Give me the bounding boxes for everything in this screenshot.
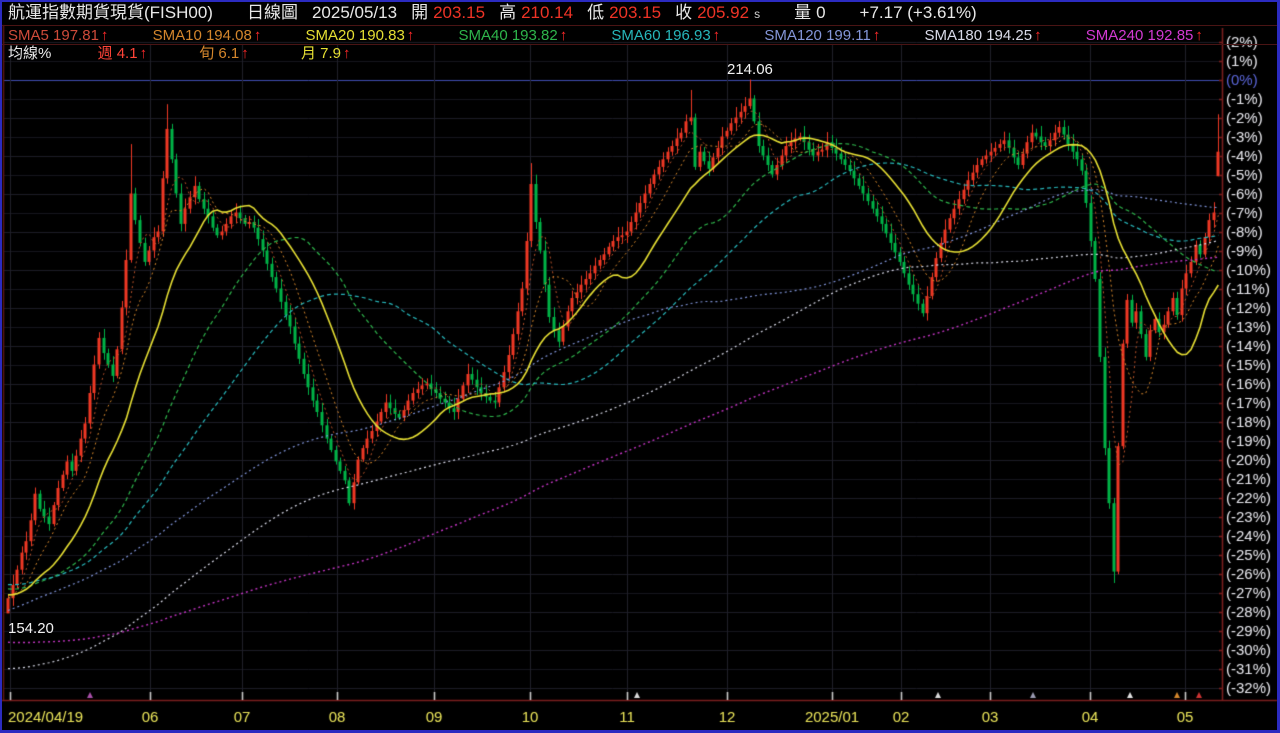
up-arrow-icon: ↑: [872, 27, 881, 44]
high-price-label: 214.06: [727, 61, 773, 78]
sma20-legend: SMA20 190.83 ↑: [305, 27, 415, 44]
sma-legend: SMA5 197.81 ↑ SMA10 194.08 ↑ SMA20 190.83 ↑…: [8, 27, 1243, 44]
change-value: +7.17 (+3.61%): [859, 3, 977, 22]
title-bar: 航運指數期貨現貨(FISH00) 日線圖 2025/05/13 開 203.15 高 210…: [8, 3, 977, 24]
header-separator: [2, 25, 1277, 26]
candlestick-chart[interactable]: [0, 0, 1280, 733]
up-arrow-icon: ↑: [559, 27, 568, 44]
open-label: 開: [411, 3, 429, 22]
up-arrow-icon: ↑: [406, 27, 415, 44]
up-arrow-icon: ↑: [100, 27, 109, 44]
ma-percent-row: 均線% 週 4.1 ↑ 旬 6.1 ↑ 月 7.9 ↑: [8, 45, 351, 62]
up-arrow-icon: ↑: [241, 45, 249, 62]
chart-type-label: 日線圖: [246, 3, 298, 22]
close-value: 205.92: [697, 3, 750, 22]
low-price-label: 154.20: [8, 620, 54, 637]
up-arrow-icon: ↑: [343, 45, 351, 62]
up-arrow-icon: ↑: [1034, 27, 1042, 44]
ma-percent-label: 均線%: [8, 45, 52, 62]
sma240-legend: SMA240 192.85 ↑: [1085, 27, 1203, 44]
sma10-legend: SMA10 194.08 ↑: [152, 27, 262, 44]
up-arrow-icon: ↑: [139, 45, 148, 62]
low-value: 203.15: [609, 3, 662, 22]
sma120-legend: SMA120 199.11 ↑: [764, 27, 881, 44]
month-change: 月 7.9 ↑: [300, 45, 351, 62]
sma60-legend: SMA60 196.93 ↑: [611, 27, 721, 44]
high-value: 210.14: [521, 3, 574, 22]
close-label: 收: [675, 3, 693, 22]
sma180-legend: SMA180 194.25 ↑: [924, 27, 1042, 44]
volume-label: 量: [794, 3, 812, 22]
sma40-legend: SMA40 193.82 ↑: [458, 27, 568, 44]
ten-day-change: 旬 6.1 ↑: [199, 45, 249, 62]
up-arrow-icon: ↑: [712, 27, 721, 44]
volume-value: 0: [816, 3, 826, 22]
sma5-legend: SMA5 197.81 ↑: [8, 27, 109, 44]
week-change: 週 4.1 ↑: [97, 45, 148, 62]
date-label: 2025/05/13: [311, 3, 398, 22]
instrument-title: 航運指數期貨現貨(FISH00): [8, 3, 213, 22]
low-label: 低: [587, 3, 605, 22]
open-value: 203.15: [433, 3, 486, 22]
up-arrow-icon: ↑: [253, 27, 262, 44]
session-flag: s: [754, 7, 761, 21]
up-arrow-icon: ↑: [1195, 27, 1203, 44]
high-label: 高: [499, 3, 517, 22]
